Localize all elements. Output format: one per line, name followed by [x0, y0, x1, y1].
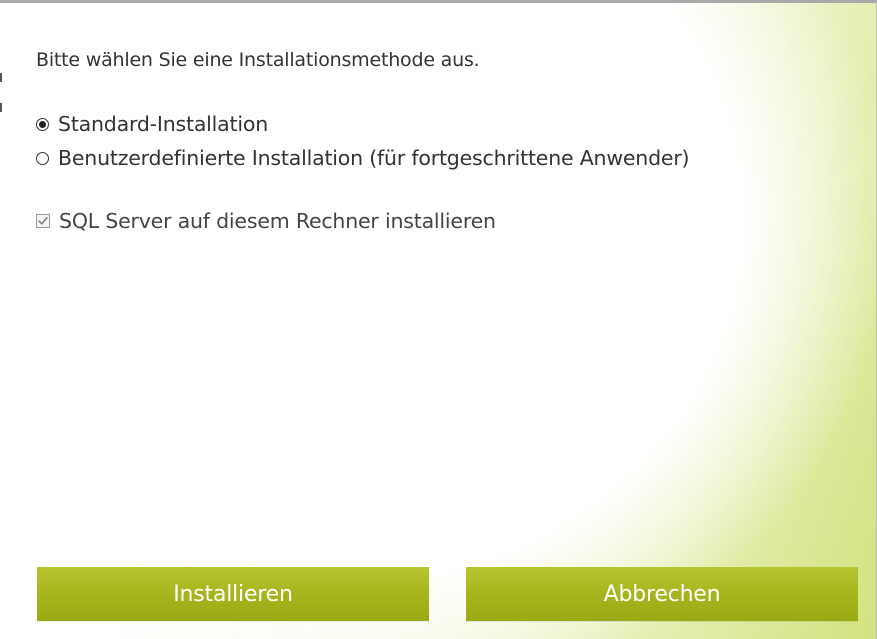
installation-method-prompt: Bitte wählen Sie eine Installationsmetho… — [36, 49, 480, 71]
installer-dialog: Bitte wählen Sie eine Installationsmetho… — [0, 0, 877, 639]
install-button[interactable]: Installieren — [37, 567, 429, 621]
window-edge-mark — [0, 103, 2, 112]
cancel-button[interactable]: Abbrechen — [466, 567, 858, 621]
checkmark-icon — [38, 216, 48, 225]
checkbox-checked-icon[interactable] — [36, 214, 50, 228]
radio-unselected-icon[interactable] — [36, 151, 49, 165]
radio-standard-installation-label[interactable]: Standard-Installation — [58, 112, 268, 136]
radio-standard-installation[interactable]: Standard-Installation — [36, 112, 268, 136]
window-edge-mark — [0, 73, 2, 82]
radio-custom-installation-label[interactable]: Benutzerdefinierte Installation (für for… — [58, 146, 690, 170]
install-sql-server-label[interactable]: SQL Server auf diesem Rechner installier… — [59, 209, 496, 233]
radio-selected-icon[interactable] — [36, 117, 49, 131]
install-sql-server-checkbox[interactable]: SQL Server auf diesem Rechner installier… — [36, 209, 496, 233]
radio-custom-installation[interactable]: Benutzerdefinierte Installation (für for… — [36, 146, 690, 170]
